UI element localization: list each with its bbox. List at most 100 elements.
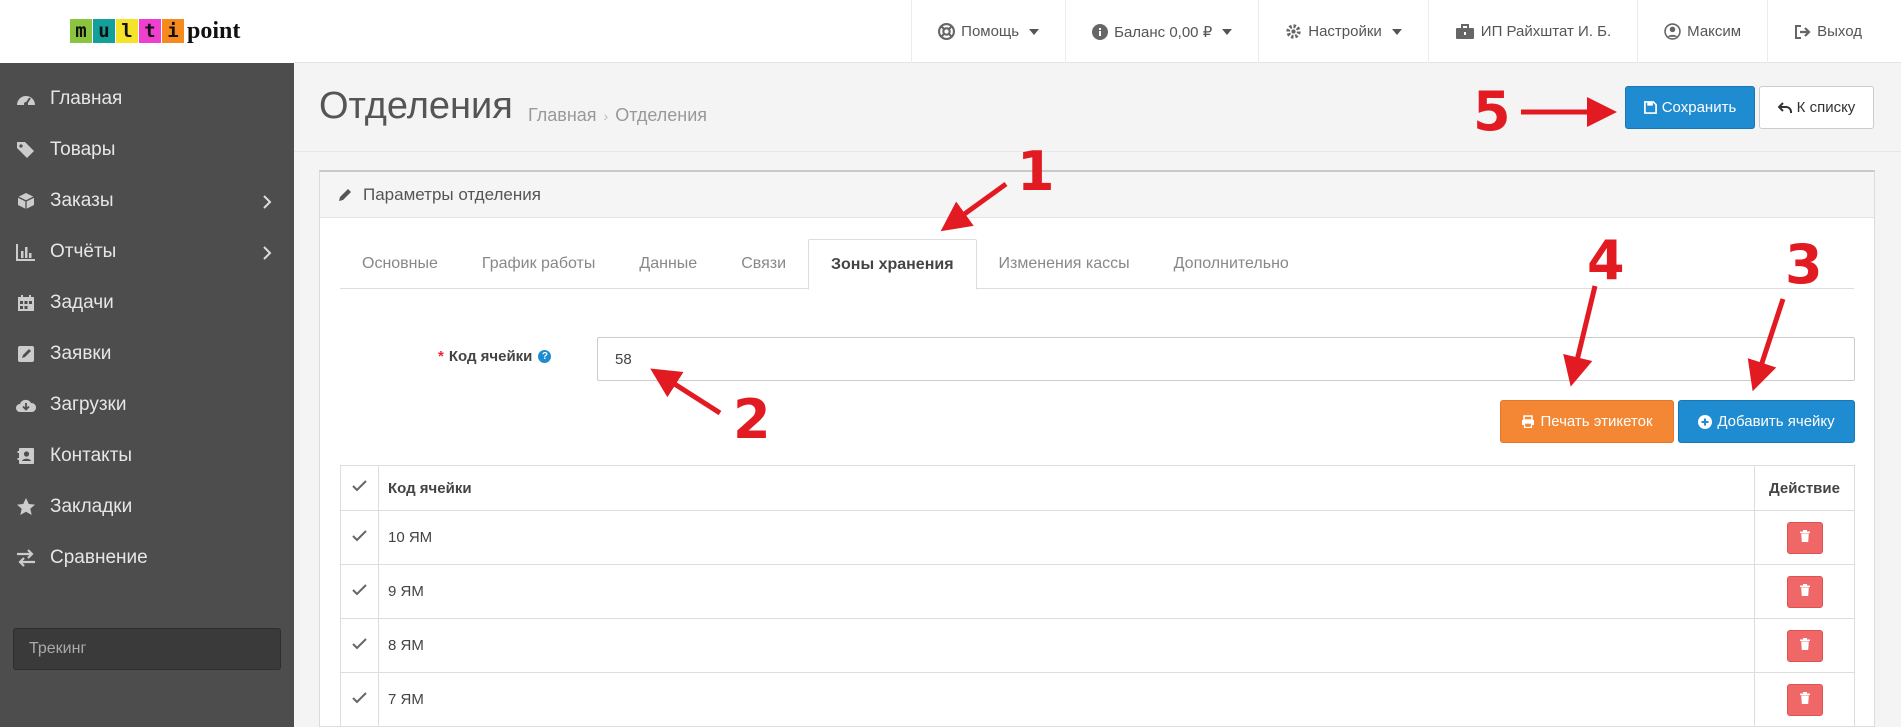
panel-heading: Параметры отделения <box>320 172 1874 218</box>
trash-icon <box>1799 691 1810 708</box>
column-header-action: Действие <box>1754 465 1855 511</box>
delete-button[interactable] <box>1786 521 1823 554</box>
balance-menu[interactable]: Баланс 0,00 ₽ <box>1065 0 1258 63</box>
info-icon <box>1092 23 1109 40</box>
lifebuoy-icon <box>938 23 956 40</box>
select-all-checkbox[interactable] <box>340 465 379 511</box>
check-icon <box>352 637 367 655</box>
sidebar: Главная Товары Заказы Отчёты Задачи Заяв… <box>0 63 294 727</box>
trash-icon <box>1799 637 1810 654</box>
settings-label: Настройки <box>1308 23 1382 40</box>
row-checkbox[interactable] <box>340 510 379 565</box>
row-checkbox[interactable] <box>340 672 379 727</box>
sidebar-item-requests[interactable]: Заявки <box>0 328 294 379</box>
page-title: Отделения <box>319 85 513 127</box>
top-bar: m u l t i point Помощь Баланс 0,00 ₽ Нас… <box>0 0 1901 63</box>
briefcase-icon <box>1455 23 1475 40</box>
tab-storage-zones[interactable]: Зоны хранения <box>808 239 977 290</box>
delete-button[interactable] <box>1786 683 1823 716</box>
logout-link[interactable]: Выход <box>1767 0 1888 63</box>
sidebar-item-label: Главная <box>50 87 123 109</box>
trash-icon <box>1799 529 1810 546</box>
save-button[interactable]: Сохранить <box>1625 86 1755 129</box>
save-button-label: Сохранить <box>1661 99 1737 116</box>
logo-mark: m u l t i point <box>70 19 240 43</box>
edit-icon <box>14 343 38 365</box>
settings-menu[interactable]: Настройки <box>1258 0 1428 63</box>
cells-table: Код ячейки Действие 10 ЯМ 9 ЯМ 8 ЯМ 7 ЯМ <box>340 465 1855 727</box>
sidebar-item-label: Задачи <box>50 291 114 313</box>
column-header-cell-code[interactable]: Код ячейки <box>378 465 1755 511</box>
user-icon <box>1664 23 1681 40</box>
breadcrumb-home[interactable]: Главная <box>528 105 597 126</box>
dashboard-icon <box>14 88 38 110</box>
tab-links[interactable]: Связи <box>719 239 808 289</box>
print-icon <box>1521 415 1535 428</box>
logo[interactable]: m u l t i point <box>0 0 294 63</box>
sidebar-item-label: Отчёты <box>50 240 117 262</box>
company-menu[interactable]: ИП Райхштат И. Б. <box>1427 0 1637 63</box>
action-cell <box>1754 618 1855 673</box>
sidebar-item-home[interactable]: Главная <box>0 73 294 124</box>
caret-down-icon <box>1391 28 1402 35</box>
question-icon[interactable]: ? <box>538 350 552 363</box>
star-icon <box>14 496 38 518</box>
print-labels-label: Печать этикеток <box>1540 413 1653 430</box>
delete-button[interactable] <box>1786 629 1823 662</box>
action-cell <box>1754 564 1855 619</box>
cloud-download-icon <box>14 394 38 416</box>
sidebar-item-label: Контакты <box>50 444 133 466</box>
breadcrumb-current: Отделения <box>615 105 708 125</box>
sidebar-item-bookmarks[interactable]: Закладки <box>0 481 294 532</box>
check-icon <box>352 529 367 547</box>
cell-code-value: 9 ЯМ <box>378 564 1755 619</box>
sidebar-item-products[interactable]: Товары <box>0 124 294 175</box>
user-menu[interactable]: Максим <box>1637 0 1767 63</box>
sign-out-icon <box>1794 24 1811 40</box>
action-cell <box>1754 510 1855 565</box>
delete-button[interactable] <box>1786 575 1823 608</box>
cube-icon <box>14 190 38 212</box>
table-row: 10 ЯМ <box>340 510 1855 565</box>
add-cell-button[interactable]: Добавить ячейку <box>1678 400 1855 443</box>
sidebar-item-reports[interactable]: Отчёты <box>0 226 294 277</box>
tab-cash-changes[interactable]: Изменения кассы <box>977 239 1152 289</box>
row-checkbox[interactable] <box>340 618 379 673</box>
help-label: Помощь <box>961 23 1020 40</box>
check-icon <box>352 583 367 601</box>
tab-additional[interactable]: Дополнительно <box>1152 239 1311 289</box>
sidebar-item-label: Заявки <box>50 342 112 364</box>
print-labels-button[interactable]: Печать этикеток <box>1500 400 1674 443</box>
floppy-disk-icon <box>1643 101 1657 114</box>
annotation-label-2: 2 <box>733 388 771 451</box>
annotation-label-4: 4 <box>1587 229 1625 292</box>
sidebar-item-downloads[interactable]: Загрузки <box>0 379 294 430</box>
sidebar-item-orders[interactable]: Заказы <box>0 175 294 226</box>
sidebar-item-tasks[interactable]: Задачи <box>0 277 294 328</box>
tab-data[interactable]: Данные <box>617 239 719 289</box>
logo-letter: u <box>93 19 115 43</box>
check-icon <box>352 480 367 497</box>
cell-code-input[interactable] <box>597 337 1855 381</box>
help-menu[interactable]: Помощь <box>911 0 1065 63</box>
required-mark: * <box>438 348 444 365</box>
tab-schedule[interactable]: График работы <box>460 239 617 289</box>
gear-icon <box>1285 23 1302 40</box>
tab-main[interactable]: Основные <box>340 239 460 289</box>
back-to-list-button[interactable]: К списку <box>1759 86 1874 129</box>
tracking-input[interactable] <box>13 628 281 670</box>
cell-code-label-text: Код ячейки <box>448 348 533 365</box>
table-row: 8 ЯМ <box>340 618 1855 673</box>
sidebar-item-contacts[interactable]: Контакты <box>0 430 294 481</box>
logo-word: point <box>187 18 241 44</box>
row-checkbox[interactable] <box>340 564 379 619</box>
sidebar-item-compare[interactable]: Сравнение <box>0 532 294 583</box>
table-row: 7 ЯМ <box>340 672 1855 727</box>
annotation-label-1: 1 <box>1017 140 1055 203</box>
exchange-icon <box>14 547 38 569</box>
department-settings-panel: Параметры отделения Основные График рабо… <box>319 170 1875 727</box>
user-label: Максим <box>1687 23 1742 40</box>
cell-code-value: 10 ЯМ <box>378 510 1755 565</box>
action-cell <box>1754 672 1855 727</box>
caret-down-icon <box>1029 28 1040 35</box>
